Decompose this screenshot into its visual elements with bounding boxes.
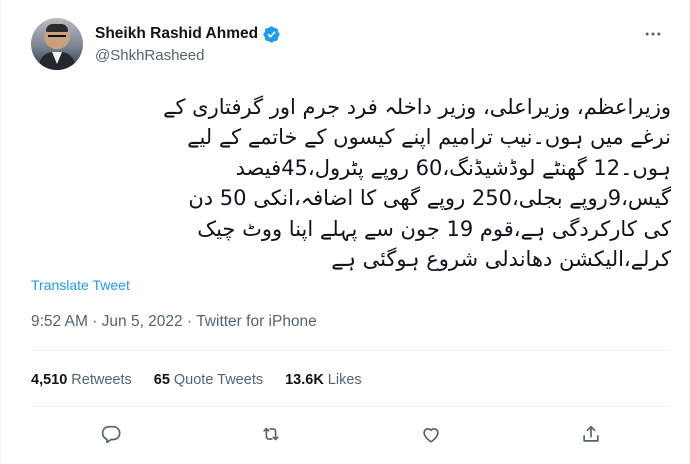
tweet-text-line: نرغے میں ہوں۔نیب ترامیم اپنے کیسوں کے خا… [187, 125, 671, 150]
meta-separator: · [186, 313, 197, 330]
tweet-text: وزیراعظم، وزیراعلی، وزیر داخلہ فرد جرم ا… [29, 92, 671, 274]
like-button[interactable] [414, 419, 448, 453]
translate-tweet-link[interactable]: Translate Tweet [31, 277, 130, 293]
retweets-count: 4,510 [31, 372, 68, 388]
quotes-count: 65 [153, 372, 170, 388]
tweet-stats: 4,510 Retweets 65 Quote Tweets 13.6K Likes [31, 372, 384, 388]
tweet-text-line: وزیراعظم، وزیراعلی، وزیر داخلہ فرد جرم ا… [163, 95, 671, 119]
avatar[interactable] [31, 18, 83, 70]
tweet-text-line: کرلے،الیکشن دھاندلی شروع ہوگئی ہے [331, 247, 671, 272]
quote-tweets-stat[interactable]: 65 Quote Tweets [154, 372, 263, 388]
display-name[interactable]: Sheikh Rashid Ahmed [95, 25, 258, 43]
retweets-label: Retweets [71, 372, 132, 388]
divider [31, 406, 671, 407]
tweet-date[interactable]: Jun 5, 2022 [102, 313, 183, 330]
share-icon [580, 423, 602, 450]
likes-count: 13.6K [285, 372, 324, 388]
avatar-hair [46, 24, 68, 32]
reply-icon [100, 423, 122, 450]
like-icon [420, 423, 442, 450]
share-button[interactable] [574, 419, 608, 453]
tweet-actions [31, 418, 671, 454]
retweet-icon [260, 423, 282, 450]
divider [31, 350, 671, 351]
tweet-text-line: گیس،9روپے بجلی،250 روپے گھی کا اضافہ،انک… [188, 186, 671, 211]
author-names: Sheikh Rashid Ahmed @ShkhRasheed [95, 25, 281, 64]
tweet-text-line: کی کارکردگی ہے،قوم 19 جون سے پہلے اپنا و… [197, 216, 671, 241]
tweet-meta: 9:52 AM · Jun 5, 2022 · Twitter for iPho… [31, 313, 317, 331]
reply-button[interactable] [94, 419, 128, 453]
verified-badge-icon [262, 25, 281, 44]
likes-label: Likes [327, 372, 362, 388]
retweets-stat[interactable]: 4,510 Retweets [31, 372, 132, 388]
tweet-header: Sheikh Rashid Ahmed @ShkhRasheed [31, 14, 281, 74]
quotes-label: Quote Tweets [173, 372, 264, 388]
author-handle[interactable]: @ShkhRasheed [95, 47, 281, 64]
tweet-source[interactable]: Twitter for iPhone [196, 313, 317, 330]
meta-separator: · [92, 313, 102, 330]
more-options-icon[interactable] [641, 22, 665, 46]
avatar-glasses [48, 35, 66, 39]
tweet-text-line: ہوں۔12 گھنٹے لوڈشیڈنگ،60 روپے پٹرول،45فی… [235, 155, 671, 180]
retweet-button[interactable] [254, 419, 288, 453]
likes-stat[interactable]: 13.6K Likes [285, 372, 362, 388]
tweet-card: Sheikh Rashid Ahmed @ShkhRasheed وزیراعظ… [0, 0, 690, 464]
tweet-time[interactable]: 9:52 AM [31, 313, 88, 330]
display-name-row: Sheikh Rashid Ahmed [95, 25, 281, 44]
